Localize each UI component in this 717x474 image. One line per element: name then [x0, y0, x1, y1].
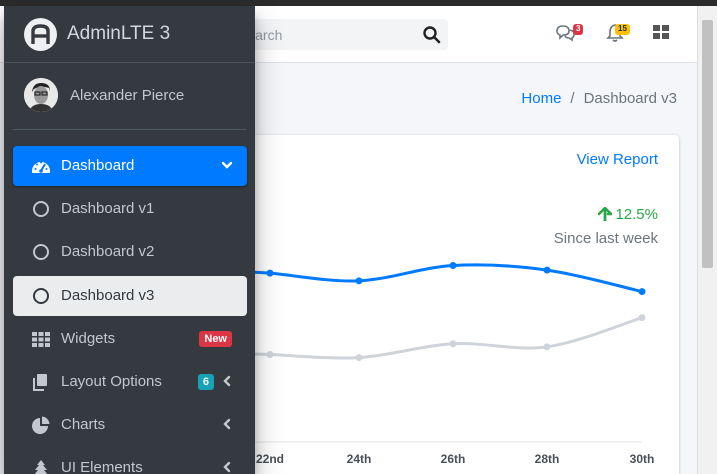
- sidebar-item-dashboard[interactable]: Dashboard: [13, 146, 247, 186]
- messages-badge: 3: [573, 24, 584, 35]
- vertical-scrollbar[interactable]: [697, 6, 717, 474]
- chevron-left-icon: [223, 375, 231, 387]
- sales-card: View Report 12.5% Since last week 22nd 24…: [240, 135, 679, 474]
- sidebar-item-ui-elements[interactable]: UI Elements: [13, 448, 247, 474]
- x-tick-label: 22nd: [256, 452, 284, 466]
- sidebar-item-dashboard-v3[interactable]: Dashboard v3: [13, 276, 247, 316]
- avatar: [24, 78, 58, 112]
- pie-chart-icon: [32, 416, 50, 434]
- series-line-2: [240, 316, 643, 360]
- breadcrumb-current: Dashboard v3: [583, 90, 677, 107]
- user-divider: [13, 129, 246, 130]
- circle-icon: [33, 288, 49, 304]
- x-tick-label: 28th: [535, 452, 560, 466]
- sidebar-item-label: UI Elements: [61, 459, 143, 474]
- data-point[interactable]: [638, 314, 646, 322]
- chevron-down-icon: [221, 161, 233, 169]
- sidebar-item-layout-options[interactable]: Layout Options 6: [13, 362, 247, 402]
- brand-logo: [24, 18, 57, 51]
- data-point[interactable]: [355, 277, 363, 285]
- circle-icon: [33, 244, 49, 260]
- copy-icon: [33, 374, 47, 391]
- search-icon[interactable]: [422, 25, 442, 45]
- notifications-badge: 15: [615, 24, 630, 35]
- data-point[interactable]: [638, 288, 646, 296]
- sidebar-item-widgets[interactable]: Widgets New: [13, 319, 247, 359]
- sidebar-item-label: Widgets: [61, 330, 116, 347]
- brand-text: AdminLTE 3: [67, 23, 171, 44]
- x-tick-label: 26th: [441, 452, 466, 466]
- tree-icon: [34, 460, 48, 474]
- circle-icon: [33, 201, 49, 217]
- notifications-button[interactable]: 15: [605, 23, 630, 45]
- sidebar-item-dashboard-v2[interactable]: Dashboard v2: [13, 232, 247, 272]
- chevron-left-icon: [223, 461, 231, 473]
- sidebar-item-charts[interactable]: Charts: [13, 405, 247, 445]
- data-point[interactable]: [266, 351, 274, 359]
- data-point[interactable]: [355, 354, 363, 362]
- chevron-left-icon: [223, 418, 231, 430]
- user-panel[interactable]: Alexander Pierce: [4, 63, 255, 131]
- sidebar-item-label: Dashboard v3: [61, 287, 155, 304]
- sidebar-item-label: Dashboard v1: [61, 200, 155, 217]
- brand-link[interactable]: AdminLTE 3: [4, 6, 255, 63]
- dashboard-gauge-icon: [32, 161, 50, 173]
- sidebar-item-label: Dashboard v2: [61, 243, 155, 260]
- data-point[interactable]: [266, 269, 274, 277]
- line-chart: 22nd 24th 26th 28th 30th: [240, 261, 655, 466]
- user-name[interactable]: Alexander Pierce: [70, 87, 184, 104]
- th-large-icon: [653, 25, 669, 39]
- control-sidebar-button[interactable]: [652, 23, 676, 45]
- sidebar-item-label: Charts: [61, 416, 106, 433]
- data-point[interactable]: [543, 266, 551, 274]
- breadcrumb-home[interactable]: Home: [521, 90, 561, 107]
- series-line-1: [240, 263, 643, 294]
- user-avatar-icon: [24, 78, 58, 112]
- grid-icon: [32, 332, 50, 347]
- data-point[interactable]: [449, 261, 457, 269]
- data-point[interactable]: [449, 340, 457, 348]
- messages-button[interactable]: 3: [555, 23, 584, 45]
- new-badge: New: [199, 331, 232, 347]
- adminlte-logo-icon: [31, 24, 50, 44]
- search-box[interactable]: [230, 19, 448, 50]
- breadcrumb: Home / Dashboard v3: [521, 90, 677, 107]
- scrollbar-thumb[interactable]: [702, 20, 713, 268]
- main-sidebar: AdminLTE 3 Alexander Pierce Dashboard Da…: [4, 6, 255, 474]
- sidebar-item-label: Dashboard: [61, 157, 135, 174]
- data-point[interactable]: [543, 343, 551, 351]
- breadcrumb-separator: /: [570, 90, 575, 107]
- x-tick-label: 30th: [630, 452, 655, 466]
- sidebar-item-label: Layout Options: [61, 373, 162, 390]
- count-badge: 6: [197, 374, 214, 390]
- search-input[interactable]: [230, 19, 410, 50]
- x-tick-label: 24th: [347, 452, 372, 466]
- sidebar-item-dashboard-v1[interactable]: Dashboard v1: [13, 189, 247, 229]
